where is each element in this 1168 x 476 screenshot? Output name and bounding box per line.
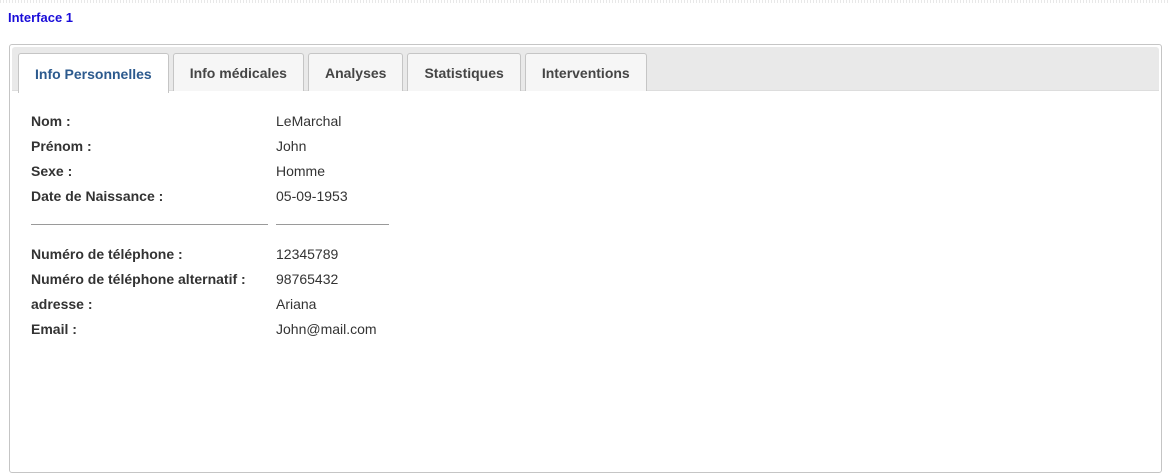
field-row-telephone: Numéro de téléphone : 12345789 [31,241,389,266]
field-value: LeMarchal [276,112,342,129]
field-value: 98765432 [276,270,339,287]
tab-list: Info Personnelles Info médicales Analyse… [18,53,647,93]
personal-info-content: Nom : LeMarchal Prénom : John Sexe : Hom… [31,108,389,341]
field-label: Numéro de téléphone : [31,245,183,262]
page-title: Interface 1 [8,10,74,25]
field-row-prenom: Prénom : John [31,133,389,158]
tab-interventions[interactable]: Interventions [524,53,647,91]
tab-statistiques[interactable]: Statistiques [407,53,521,91]
field-value: Homme [276,162,326,179]
tab-analyses[interactable]: Analyses [307,53,404,91]
field-label: Prénom : [31,137,92,154]
field-label: adresse : [31,295,93,312]
field-value: Ariana [276,295,317,312]
tab-info-medicales[interactable]: Info médicales [172,53,304,91]
top-dotted-border [0,0,1168,3]
field-row-email: Email : John@mail.com [31,316,389,341]
section-divider [31,208,389,241]
field-row-adresse: adresse : Ariana [31,291,389,316]
tab-bar: Info Personnelles Info médicales Analyse… [12,47,1159,93]
field-label: Email : [31,320,77,337]
tab-info-personnelles[interactable]: Info Personnelles [18,53,169,93]
field-value: 12345789 [276,245,339,262]
field-value: John [276,137,307,154]
field-label: Nom : [31,112,71,129]
field-label: Date de Naissance : [31,187,164,204]
field-label: Sexe : [31,162,73,179]
field-value: 05-09-1953 [276,187,348,204]
field-row-nom: Nom : LeMarchal [31,108,389,133]
divider-line [31,224,268,225]
field-row-sexe: Sexe : Homme [31,158,389,183]
field-row-date-naissance: Date de Naissance : 05-09-1953 [31,183,389,208]
field-label: Numéro de téléphone alternatif : [31,270,246,287]
field-row-telephone-alternatif: Numéro de téléphone alternatif : 9876543… [31,266,389,291]
field-value: John@mail.com [276,320,377,337]
divider-line [276,224,389,225]
